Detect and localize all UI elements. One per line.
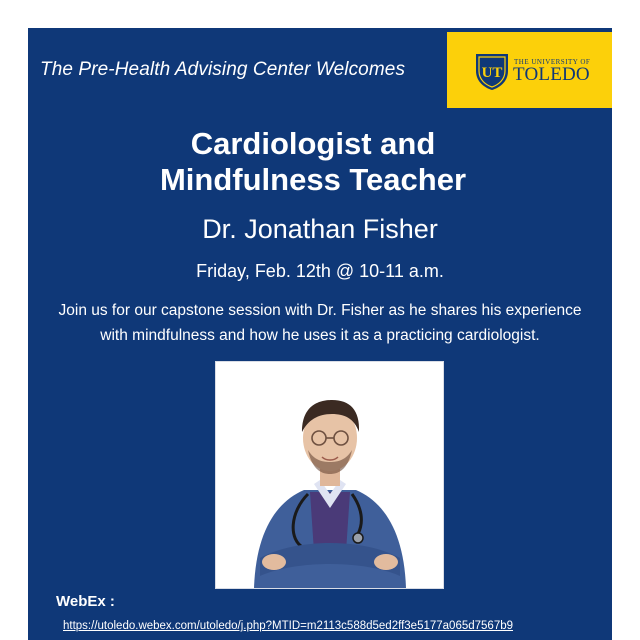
- logo-big-text: TOLEDO: [513, 64, 590, 85]
- event-flyer: The Pre-Health Advising Center Welcomes …: [28, 28, 612, 640]
- speaker-photo: [216, 362, 443, 588]
- description-line1: Join us for our capstone session with Dr…: [58, 302, 582, 319]
- shield-icon: UT: [476, 54, 508, 90]
- event-title-line2: Mindfulness Teacher: [159, 162, 467, 197]
- logo-monogram: UT: [482, 65, 503, 81]
- webex-label: WebEx :: [56, 593, 115, 610]
- event-datetime: Friday, Feb. 12th @ 10-11 a.m.: [196, 261, 444, 281]
- event-title: Cardiologist and Mindfulness Teacher: [28, 126, 598, 198]
- event-title-line1: Cardiologist and: [190, 126, 436, 161]
- webex-meeting-link[interactable]: https://utoledo.webex.com/utoledo/j.php?…: [63, 620, 513, 632]
- welcome-text: The Pre-Health Advising Center Welcomes: [40, 59, 406, 80]
- event-description: Join us for our capstone session with Dr…: [28, 298, 612, 348]
- speaker-portrait-illustration: [216, 362, 443, 588]
- university-logo: UT THE UNIVERSITY OF TOLEDO: [447, 32, 612, 108]
- description-line2: with mindfulness and how he uses it as a…: [100, 327, 540, 344]
- speaker-name: Dr. Jonathan Fisher: [202, 214, 438, 244]
